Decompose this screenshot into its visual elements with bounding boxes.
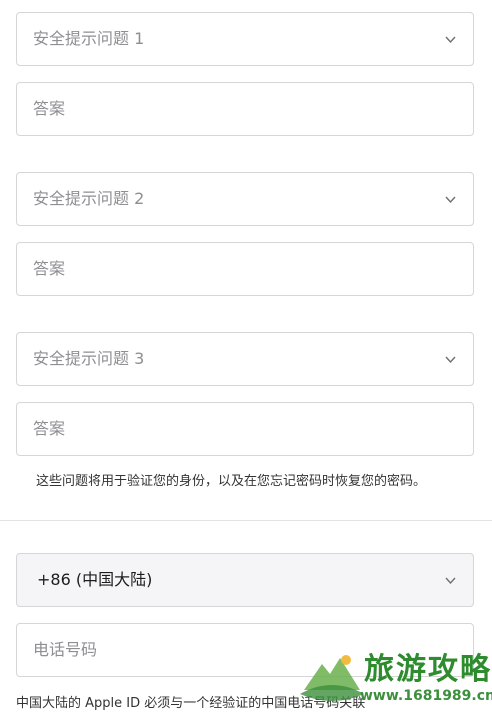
security-question-3-select[interactable]: 安全提示问题 3 bbox=[16, 332, 474, 386]
country-code-select[interactable]: +86 (中国大陆) bbox=[16, 553, 474, 607]
chevron-down-icon bbox=[444, 33, 457, 46]
security-answer-2-field[interactable] bbox=[16, 242, 474, 296]
watermark-title: 旅游攻略 bbox=[364, 652, 492, 687]
security-answer-1-field[interactable] bbox=[16, 82, 474, 136]
chevron-down-icon bbox=[444, 353, 457, 366]
security-question-1-label: 安全提示问题 1 bbox=[33, 29, 145, 48]
country-code-value: +86 (中国大陆) bbox=[37, 570, 153, 589]
mountain-logo-icon bbox=[300, 646, 364, 710]
security-question-1-select[interactable]: 安全提示问题 1 bbox=[16, 12, 474, 66]
chevron-down-icon bbox=[444, 193, 457, 206]
security-answer-3-input[interactable] bbox=[33, 403, 453, 455]
site-watermark: 旅游攻略 www.1681989.cn bbox=[300, 640, 492, 712]
security-answer-3-field[interactable] bbox=[16, 402, 474, 456]
section-divider bbox=[0, 520, 492, 521]
security-answer-2-input[interactable] bbox=[33, 243, 453, 295]
security-answer-1-input[interactable] bbox=[33, 83, 453, 135]
security-question-3-label: 安全提示问题 3 bbox=[33, 349, 145, 368]
chevron-down-icon bbox=[444, 574, 457, 587]
security-hint-text: 这些问题将用于验证您的身份，以及在您忘记密码时恢复您的密码。 bbox=[36, 474, 427, 489]
watermark-url: www.1681989.cn bbox=[360, 688, 492, 704]
security-question-2-select[interactable]: 安全提示问题 2 bbox=[16, 172, 474, 226]
security-question-2-label: 安全提示问题 2 bbox=[33, 189, 145, 208]
